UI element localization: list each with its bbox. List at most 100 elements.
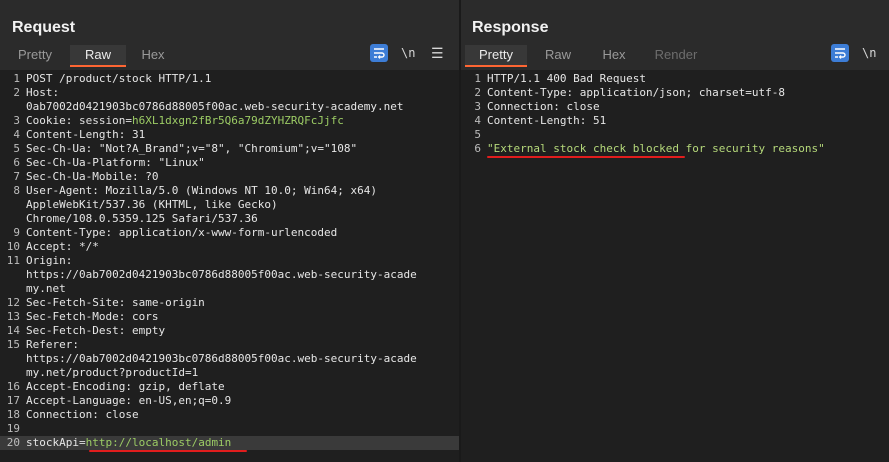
- line-number: 12: [6, 296, 20, 309]
- line-content: Sec-Ch-Ua-Platform: "Linux": [26, 156, 205, 169]
- code-line: https://0ab7002d0421903bc0786d88005f00ac…: [0, 268, 459, 282]
- response-pane: Response Pretty Raw Hex Render \n 1 HTTP/…: [461, 0, 889, 462]
- line-content: HTTP/1.1 400 Bad Request: [487, 72, 646, 85]
- word-wrap-icon: [370, 44, 388, 62]
- line-number: 6: [474, 142, 481, 155]
- code-line: 1 HTTP/1.1 400 Bad Request: [461, 72, 889, 86]
- code-line: AppleWebKit/537.36 (KHTML, like Gecko): [0, 198, 459, 212]
- code-line: 7 Sec-Ch-Ua-Mobile: ?0: [0, 170, 459, 184]
- line-content: my.net/product?productId=1: [26, 366, 199, 379]
- line-content: Host:: [26, 86, 60, 99]
- line-content: Referer:: [26, 338, 79, 351]
- line-content: Origin:: [26, 254, 73, 267]
- request-tab-pretty[interactable]: Pretty: [0, 45, 70, 67]
- line-number: 15: [6, 338, 20, 351]
- code-line: 14 Sec-Fetch-Dest: empty: [0, 324, 459, 338]
- code-line: 6 Sec-Ch-Ua-Platform: "Linux": [0, 156, 459, 170]
- code-line: 10 Accept: */*: [0, 240, 459, 254]
- line-number: 2: [13, 86, 20, 99]
- line-content: AppleWebKit/537.36 (KHTML, like Gecko): [26, 198, 278, 211]
- line-content: https://0ab7002d0421903bc0786d88005f00ac…: [26, 352, 417, 365]
- line-number: 8: [13, 184, 20, 197]
- code-line: 12 Sec-Fetch-Site: same-origin: [0, 296, 459, 310]
- line-number: 5: [474, 128, 481, 141]
- line-content: Accept-Encoding: gzip, deflate: [26, 380, 225, 393]
- param-separator: =: [78, 436, 86, 449]
- line-number: 14: [6, 324, 20, 337]
- line-content: Accept: */*: [26, 240, 99, 253]
- response-newline-toggle[interactable]: \n: [862, 44, 876, 62]
- line-content: Sec-Fetch-Site: same-origin: [26, 296, 205, 309]
- line-number: 20: [6, 436, 20, 449]
- request-tab-raw[interactable]: Raw: [70, 45, 126, 67]
- code-line: 3 Connection: close: [461, 100, 889, 114]
- code-line: 8 User-Agent: Mozilla/5.0 (Windows NT 10.…: [0, 184, 459, 198]
- code-line: 17 Accept-Language: en-US,en;q=0.9: [0, 394, 459, 408]
- response-tab-pretty[interactable]: Pretty: [465, 45, 527, 67]
- line-number: 19: [6, 422, 20, 435]
- line-content: Connection: close: [26, 408, 139, 421]
- line-content: Sec-Ch-Ua-Mobile: ?0: [26, 170, 159, 183]
- code-line: my.net: [0, 282, 459, 296]
- line-content: Sec-Fetch-Dest: empty: [26, 324, 166, 337]
- response-editor[interactable]: 1 HTTP/1.1 400 Bad Request 2 Content-Type: …: [461, 70, 889, 462]
- code-line: Chrome/108.0.5359.125 Safari/537.36: [0, 212, 459, 226]
- line-number: 3: [474, 100, 481, 113]
- response-wrap-toggle[interactable]: [831, 44, 849, 62]
- response-tab-raw[interactable]: Raw: [531, 45, 585, 67]
- line-number: 1: [474, 72, 481, 85]
- annotation-underline: [89, 450, 247, 452]
- line-number: 4: [474, 114, 481, 127]
- code-line: https://0ab7002d0421903bc0786d88005f00ac…: [0, 352, 459, 366]
- code-line: 9 Content-Type: application/x-www-form-ur…: [0, 226, 459, 240]
- line-number: 10: [6, 240, 20, 253]
- request-wrap-toggle[interactable]: [370, 44, 388, 62]
- line-content: Chrome/108.0.5359.125 Safari/537.36: [26, 212, 258, 225]
- code-line: 18 Connection: close: [0, 408, 459, 422]
- code-line: 15 Referer:: [0, 338, 459, 352]
- code-line: 11 Origin:: [0, 254, 459, 268]
- request-tab-hex[interactable]: Hex: [126, 45, 180, 67]
- line-number: 3: [13, 114, 20, 127]
- line-content: User-Agent: Mozilla/5.0 (Windows NT 10.0…: [26, 184, 377, 197]
- line-number: 17: [6, 394, 20, 407]
- code-line: 6 "External stock check blocked for secur…: [461, 142, 889, 156]
- code-line: 4 Content-Length: 51: [461, 114, 889, 128]
- code-line: 4 Content-Length: 31: [0, 128, 459, 142]
- line-content: Content-Type: application/x-www-form-url…: [26, 226, 338, 239]
- line-content: https://0ab7002d0421903bc0786d88005f00ac…: [26, 268, 417, 281]
- request-menu-icon[interactable]: ☰: [431, 44, 444, 62]
- line-content: Content-Length: 31: [26, 128, 146, 141]
- line-content: Sec-Ch-Ua: "Not?A_Brand";v="8", "Chromiu…: [26, 142, 358, 155]
- request-title: Request: [12, 19, 76, 36]
- response-tab-render[interactable]: Render: [645, 45, 707, 67]
- param-value: http://localhost/admin: [85, 436, 232, 449]
- line-content: Cookie: session=h6XL1dxgn2fBr5Q6a79dZYHZ…: [26, 114, 344, 128]
- code-line: 20 stockApi=http://localhost/admin: [0, 436, 459, 450]
- code-line: 2 Host:: [0, 86, 459, 100]
- request-newline-toggle[interactable]: \n: [401, 44, 415, 62]
- request-pane: Request Pretty Raw Hex \n ☰ 1 POST /produ…: [0, 0, 459, 462]
- code-line: 5: [461, 128, 889, 142]
- annotation-underline: [487, 156, 685, 158]
- code-line: 1 POST /product/stock HTTP/1.1: [0, 72, 459, 86]
- line-number: 5: [13, 142, 20, 155]
- code-line: 5 Sec-Ch-Ua: "Not?A_Brand";v="8", "Chromi…: [0, 142, 459, 156]
- line-content: 0ab7002d0421903bc0786d88005f00ac.web-sec…: [26, 100, 404, 113]
- response-tab-hex[interactable]: Hex: [587, 45, 641, 67]
- code-line: 3 Cookie: session=h6XL1dxgn2fBr5Q6a79dZYH…: [0, 114, 459, 128]
- line-number: 13: [6, 310, 20, 323]
- code-line: 13 Sec-Fetch-Mode: cors: [0, 310, 459, 324]
- line-number: 7: [13, 170, 20, 183]
- line-number: 9: [13, 226, 20, 239]
- line-content: Sec-Fetch-Mode: cors: [26, 310, 159, 323]
- line-content: Content-Type: application/json; charset=…: [487, 86, 786, 99]
- line-number: 11: [6, 254, 20, 267]
- code-line: my.net/product?productId=1: [0, 366, 459, 380]
- line-number: 1: [13, 72, 20, 85]
- param-separator: session=: [72, 114, 132, 127]
- request-editor[interactable]: 1 POST /product/stock HTTP/1.1 2 Host: 0ab70…: [0, 70, 459, 462]
- code-line: 0ab7002d0421903bc0786d88005f00ac.web-sec…: [0, 100, 459, 114]
- line-number: 2: [474, 86, 481, 99]
- line-number: 4: [13, 128, 20, 141]
